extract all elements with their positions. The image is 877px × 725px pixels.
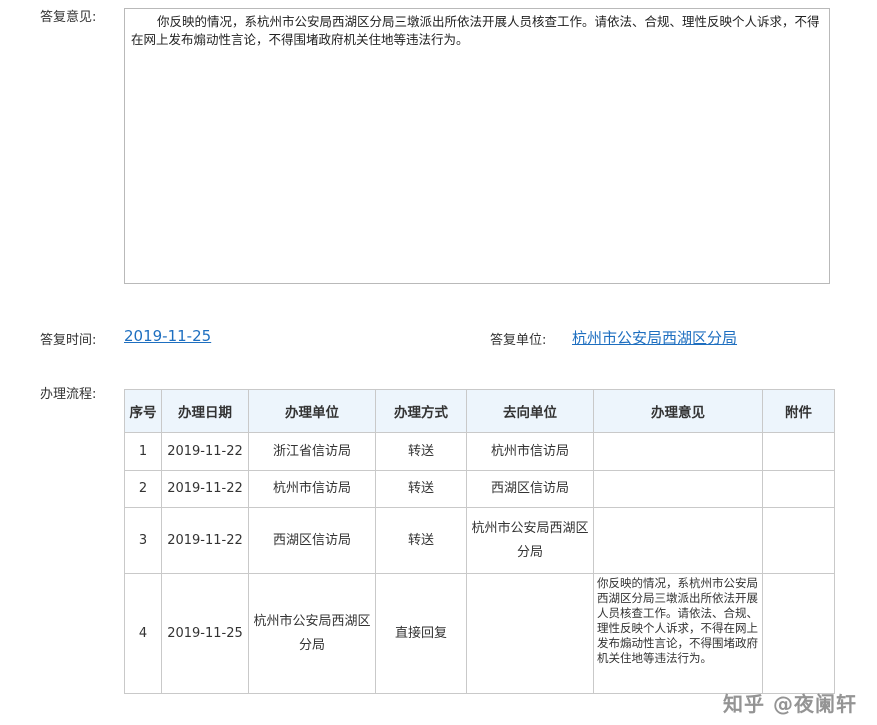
table-header-row: 序号 办理日期 办理单位 办理方式 去向单位 办理意见 附件 [124, 389, 835, 433]
reply-time-link[interactable]: 2019-11-25 [124, 327, 211, 345]
cell-method: 直接回复 [375, 573, 467, 694]
cell-destination: 杭州市公安局西湖区分局 [466, 507, 594, 574]
header-destination: 去向单位 [466, 389, 594, 433]
table-row: 4 2019-11-25 杭州市公安局西湖区分局 直接回复 你反映的情况，系杭州… [124, 573, 835, 694]
cell-unit: 杭州市公安局西湖区分局 [248, 573, 376, 694]
header-no: 序号 [124, 389, 162, 433]
cell-destination: 西湖区信访局 [466, 470, 594, 508]
process-flow-label: 办理流程: [40, 387, 97, 402]
cell-date: 2019-11-22 [161, 507, 249, 574]
reply-time-label: 答复时间: [40, 333, 97, 348]
cell-no: 1 [124, 432, 162, 471]
reply-opinion-textarea[interactable]: 你反映的情况，系杭州市公安局西湖区分局三墩派出所依法开展人员核查工作。请依法、合… [124, 8, 830, 284]
cell-unit: 浙江省信访局 [248, 432, 376, 471]
cell-attachment [762, 470, 835, 508]
cell-method: 转送 [375, 507, 467, 574]
header-date: 办理日期 [161, 389, 249, 433]
header-method: 办理方式 [375, 389, 467, 433]
cell-date: 2019-11-22 [161, 470, 249, 508]
cell-opinion [593, 507, 763, 574]
header-opinion: 办理意见 [593, 389, 763, 433]
cell-opinion [593, 432, 763, 471]
header-attachment: 附件 [762, 389, 835, 433]
cell-method: 转送 [375, 432, 467, 471]
reply-unit-link[interactable]: 杭州市公安局西湖区分局 [572, 327, 737, 348]
cell-opinion [593, 470, 763, 508]
cell-unit: 杭州市信访局 [248, 470, 376, 508]
reply-opinion-label: 答复意见: [40, 10, 97, 25]
cell-destination: 杭州市信访局 [466, 432, 594, 471]
cell-date: 2019-11-22 [161, 432, 249, 471]
cell-no: 4 [124, 573, 162, 694]
cell-opinion: 你反映的情况，系杭州市公安局西湖区分局三墩派出所依法开展人员核查工作。请依法、合… [593, 573, 763, 694]
cell-attachment [762, 432, 835, 471]
cell-unit: 西湖区信访局 [248, 507, 376, 574]
cell-no: 3 [124, 507, 162, 574]
header-unit: 办理单位 [248, 389, 376, 433]
table-row: 1 2019-11-22 浙江省信访局 转送 杭州市信访局 [124, 432, 835, 471]
cell-method: 转送 [375, 470, 467, 508]
reply-unit-label: 答复单位: [490, 333, 547, 348]
cell-date: 2019-11-25 [161, 573, 249, 694]
process-flow-table: 序号 办理日期 办理单位 办理方式 去向单位 办理意见 附件 1 2019-11… [124, 389, 835, 694]
cell-destination [466, 573, 594, 694]
table-row: 2 2019-11-22 杭州市信访局 转送 西湖区信访局 [124, 470, 835, 508]
cell-no: 2 [124, 470, 162, 508]
cell-attachment [762, 507, 835, 574]
table-row: 3 2019-11-22 西湖区信访局 转送 杭州市公安局西湖区分局 [124, 507, 835, 574]
cell-attachment [762, 573, 835, 694]
zhihu-watermark: 知乎 @夜阑轩 [723, 692, 857, 716]
